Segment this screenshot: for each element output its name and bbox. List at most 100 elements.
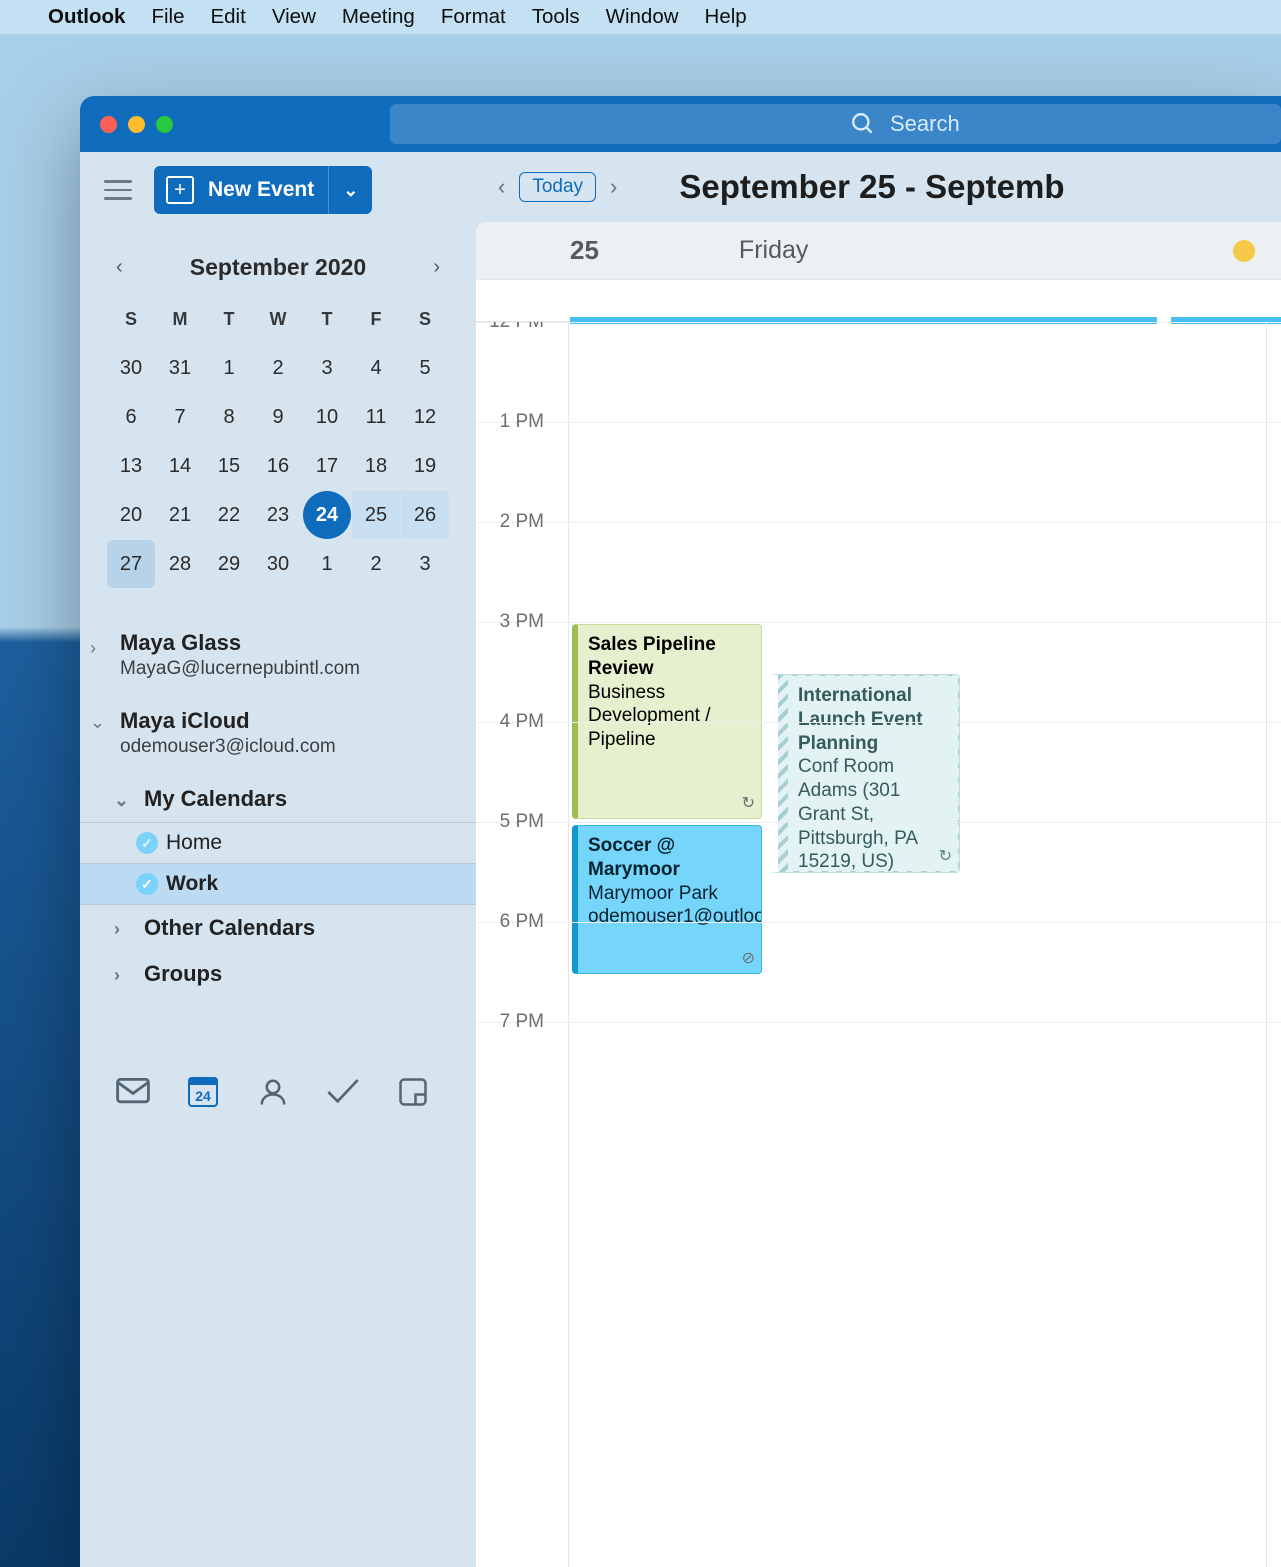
hour-label: 3 PM	[476, 611, 556, 633]
hour-row[interactable]: 6 PM	[476, 922, 1281, 1022]
mini-cal-day[interactable]: 14	[156, 442, 204, 490]
mini-cal-day[interactable]: 2	[254, 344, 302, 392]
dow-label: T	[303, 295, 351, 343]
menu-meeting[interactable]: Meeting	[342, 5, 415, 29]
today-button[interactable]: Today	[519, 172, 596, 202]
mini-cal-day[interactable]: 24	[303, 491, 351, 539]
calendar-content: ‹ Today › September 25 - Septemb 25 Frid…	[476, 152, 1281, 1567]
dow-label: M	[156, 295, 204, 343]
mini-cal-day[interactable]: 30	[107, 344, 155, 392]
people-icon[interactable]	[256, 1077, 290, 1107]
section-groups[interactable]: › Groups	[80, 951, 476, 997]
mini-cal-day[interactable]: 10	[303, 393, 351, 441]
prev-month[interactable]: ‹	[108, 250, 131, 285]
hour-label: 12 PM	[476, 322, 556, 333]
checkbox-checked-icon[interactable]: ✓	[136, 832, 158, 854]
menu-file[interactable]: File	[151, 5, 184, 29]
dow-label: W	[254, 295, 302, 343]
hour-row[interactable]: 5 PM	[476, 822, 1281, 922]
mini-cal-day[interactable]: 8	[205, 393, 253, 441]
menu-format[interactable]: Format	[441, 5, 506, 29]
checkbox-checked-icon[interactable]: ✓	[136, 873, 158, 895]
menu-view[interactable]: View	[272, 5, 316, 29]
mini-cal-day[interactable]: 9	[254, 393, 302, 441]
calendar-item-work[interactable]: ✓ Work	[80, 864, 476, 904]
mini-cal-day[interactable]: 5	[401, 344, 449, 392]
titlebar: Search	[80, 96, 1281, 152]
mini-cal-day[interactable]: 26	[401, 491, 449, 539]
hour-label: 1 PM	[476, 411, 556, 433]
next-period[interactable]: ›	[602, 170, 625, 204]
hour-row[interactable]: 2 PM	[476, 522, 1281, 622]
hour-row[interactable]: 1 PM	[476, 422, 1281, 522]
mini-cal-day[interactable]: 1	[303, 540, 351, 588]
mini-cal-day[interactable]: 18	[352, 442, 400, 490]
chevron-right-icon: ›	[114, 919, 120, 940]
allday-row[interactable]	[476, 280, 1281, 322]
calendar-icon-date: 24	[195, 1088, 211, 1104]
close-window[interactable]	[100, 116, 117, 133]
mini-cal-day[interactable]: 13	[107, 442, 155, 490]
search-placeholder: Search	[890, 111, 960, 137]
chevron-down-icon[interactable]: ⌄	[329, 180, 372, 201]
account-item[interactable]: › Maya Glass MayaG@lucernepubintl.com	[80, 624, 476, 690]
mini-cal-day[interactable]: 7	[156, 393, 204, 441]
mini-cal-day[interactable]: 4	[352, 344, 400, 392]
prev-period[interactable]: ‹	[490, 170, 513, 204]
mini-cal-day[interactable]: 23	[254, 491, 302, 539]
calendar-icon[interactable]: 24	[186, 1077, 220, 1107]
mini-cal-day[interactable]: 12	[401, 393, 449, 441]
section-my-calendars[interactable]: ⌄ My Calendars	[80, 776, 476, 822]
hamburger-menu[interactable]	[104, 180, 132, 200]
sidebar: + New Event ⌄ ‹ September 2020 › SMTWTFS…	[80, 152, 476, 1567]
mini-cal-day[interactable]: 30	[254, 540, 302, 588]
hour-row[interactable]: 3 PM	[476, 622, 1281, 722]
hour-label: 7 PM	[476, 1011, 556, 1033]
section-other-calendars[interactable]: › Other Calendars	[80, 905, 476, 951]
account-email: odemouser3@icloud.com	[120, 736, 458, 758]
menu-edit[interactable]: Edit	[210, 5, 245, 29]
mini-cal-day[interactable]: 19	[401, 442, 449, 490]
mini-cal-day[interactable]: 3	[401, 540, 449, 588]
mail-icon[interactable]	[116, 1077, 150, 1107]
zoom-window[interactable]	[156, 116, 173, 133]
mini-cal-day[interactable]: 27	[107, 540, 155, 588]
mini-cal-day[interactable]: 17	[303, 442, 351, 490]
minimize-window[interactable]	[128, 116, 145, 133]
hour-row[interactable]: 7 PM	[476, 1022, 1281, 1122]
mini-cal-day[interactable]: 21	[156, 491, 204, 539]
mini-cal-day[interactable]: 3	[303, 344, 351, 392]
day-header: 25 Friday	[476, 222, 1281, 280]
menu-app[interactable]: Outlook	[48, 5, 125, 29]
search-field[interactable]: Search	[390, 104, 1281, 144]
mini-cal-day[interactable]: 20	[107, 491, 155, 539]
hour-label: 4 PM	[476, 711, 556, 733]
weather-sunny-icon	[1227, 234, 1261, 268]
mini-cal-day[interactable]: 6	[107, 393, 155, 441]
hour-row[interactable]: 4 PM	[476, 722, 1281, 822]
mini-cal-day[interactable]: 25	[352, 491, 400, 539]
new-event-label: New Event	[208, 178, 328, 202]
hour-row[interactable]: 12 PM	[476, 322, 1281, 422]
time-grid[interactable]: Sales Pipeline Review Business Developme…	[476, 322, 1281, 1567]
menu-window[interactable]: Window	[606, 5, 679, 29]
mini-cal-day[interactable]: 1	[205, 344, 253, 392]
next-month[interactable]: ›	[425, 250, 448, 285]
mini-cal-day[interactable]: 15	[205, 442, 253, 490]
new-event-button[interactable]: + New Event ⌄	[154, 166, 372, 214]
tasks-icon[interactable]	[326, 1077, 360, 1107]
notes-icon[interactable]	[396, 1077, 430, 1107]
mini-cal-day[interactable]: 29	[205, 540, 253, 588]
menu-help[interactable]: Help	[705, 5, 747, 29]
dow-label: T	[205, 295, 253, 343]
mini-cal-day[interactable]: 31	[156, 344, 204, 392]
menu-tools[interactable]: Tools	[532, 5, 580, 29]
mini-cal-day[interactable]: 2	[352, 540, 400, 588]
calendar-item-home[interactable]: ✓ Home	[80, 823, 476, 863]
mini-cal-day[interactable]: 11	[352, 393, 400, 441]
mini-cal-day[interactable]: 28	[156, 540, 204, 588]
mini-cal-day[interactable]: 22	[205, 491, 253, 539]
mini-cal-day[interactable]: 16	[254, 442, 302, 490]
account-item[interactable]: ⌄ Maya iCloud odemouser3@icloud.com	[80, 690, 476, 768]
account-name: Maya Glass	[120, 630, 458, 656]
